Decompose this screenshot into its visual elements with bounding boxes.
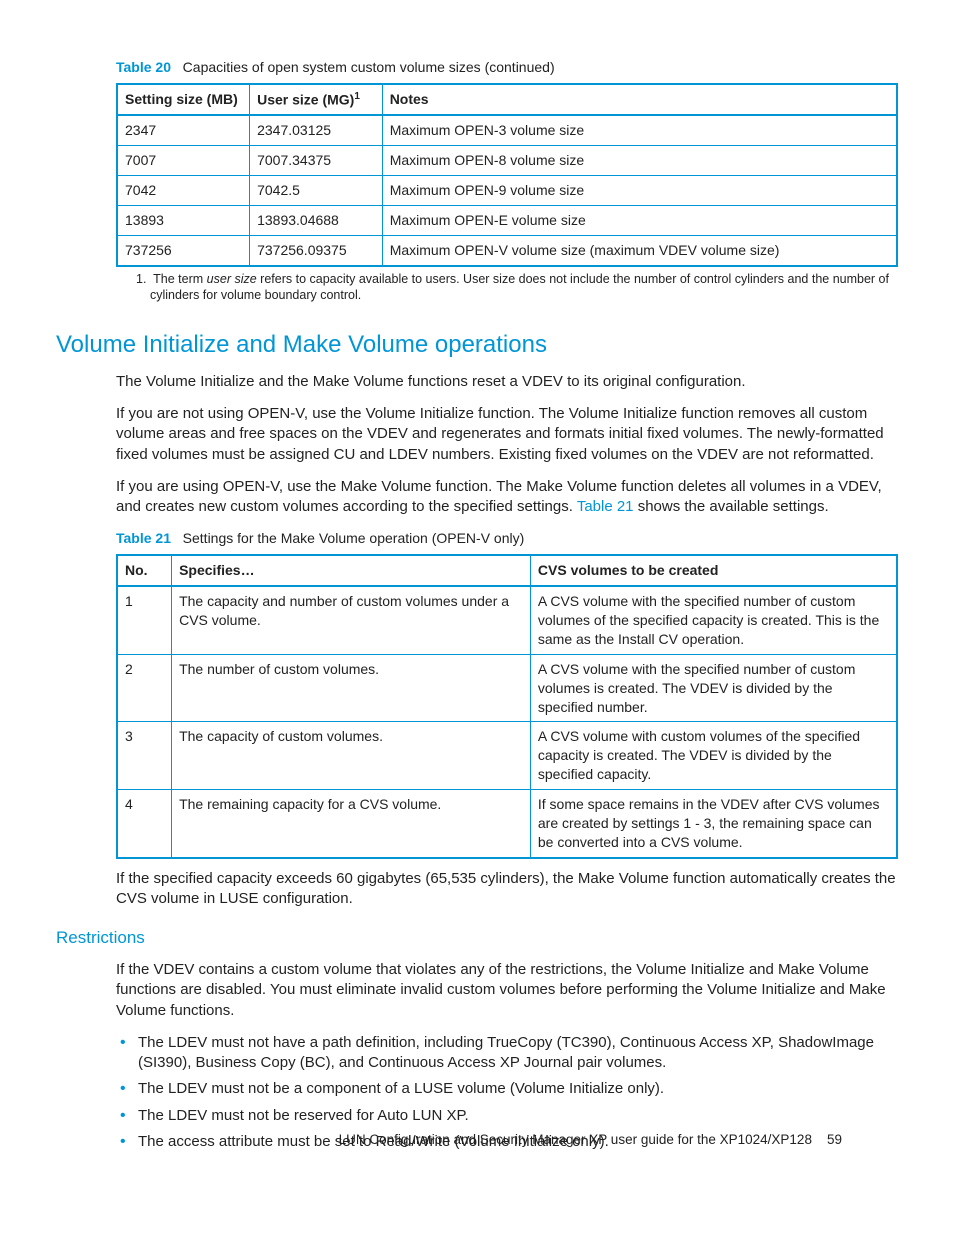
table-row: 2 The number of custom volumes. A CVS vo… (117, 654, 897, 722)
list-item: The LDEV must not be a component of a LU… (116, 1079, 898, 1099)
table21: No. Specifies… CVS volumes to be created… (116, 554, 898, 859)
list-item: The LDEV must not have a path definition… (116, 1033, 898, 1074)
page-footer: LUN Configuration and Security Manager X… (339, 1131, 842, 1149)
table-row: 7007 7007.34375 Maximum OPEN-8 volume si… (117, 146, 897, 176)
table20-header-row: Setting size (MB) User size (MG)1 Notes (117, 84, 897, 116)
table21-caption-text: Settings for the Make Volume operation (… (183, 530, 525, 546)
para-volinit-3: If you are using OPEN-V, use the Make Vo… (116, 477, 898, 518)
table20-h2: Notes (382, 84, 897, 116)
table20: Setting size (MB) User size (MG)1 Notes … (116, 83, 898, 267)
table20-caption: Table 20 Capacities of open system custo… (116, 58, 898, 77)
table20-caption-text: Capacities of open system custom volume … (183, 59, 555, 75)
table-row: 7042 7042.5 Maximum OPEN-9 volume size (117, 176, 897, 206)
heading-restrictions: Restrictions (56, 927, 898, 950)
table21-label: Table 21 (116, 530, 171, 546)
table-row: 737256 737256.09375 Maximum OPEN-V volum… (117, 236, 897, 266)
para-after-table21: If the specified capacity exceeds 60 gig… (116, 869, 898, 910)
table21-h0: No. (117, 555, 172, 586)
table20-footnote: 1. The term user size refers to capacity… (136, 271, 898, 304)
list-item: The LDEV must not be reserved for Auto L… (116, 1106, 898, 1126)
page-number: 59 (827, 1132, 842, 1147)
table21-caption: Table 21 Settings for the Make Volume op… (116, 529, 898, 548)
table-row: 13893 13893.04688 Maximum OPEN-E volume … (117, 206, 897, 236)
link-table21[interactable]: Table 21 (577, 498, 634, 515)
table-row: 4 The remaining capacity for a CVS volum… (117, 790, 897, 858)
table-row: 2347 2347.03125 Maximum OPEN-3 volume si… (117, 115, 897, 145)
table21-h1: Specifies… (172, 555, 531, 586)
table20-h0: Setting size (MB) (117, 84, 250, 116)
table20-h1: User size (MG)1 (250, 84, 383, 116)
table-row: 3 The capacity of custom volumes. A CVS … (117, 722, 897, 790)
table21-header-row: No. Specifies… CVS volumes to be created (117, 555, 897, 586)
heading-volume-init: Volume Initialize and Make Volume operat… (56, 329, 898, 361)
table20-label: Table 20 (116, 59, 171, 75)
para-volinit-2: If you are not using OPEN-V, use the Vol… (116, 404, 898, 465)
para-restrictions: If the VDEV contains a custom volume tha… (116, 960, 898, 1021)
table-row: 1 The capacity and number of custom volu… (117, 586, 897, 654)
footer-text: LUN Configuration and Security Manager X… (339, 1132, 812, 1147)
para-volinit-1: The Volume Initialize and the Make Volum… (116, 372, 898, 392)
table21-h2: CVS volumes to be created (530, 555, 897, 586)
